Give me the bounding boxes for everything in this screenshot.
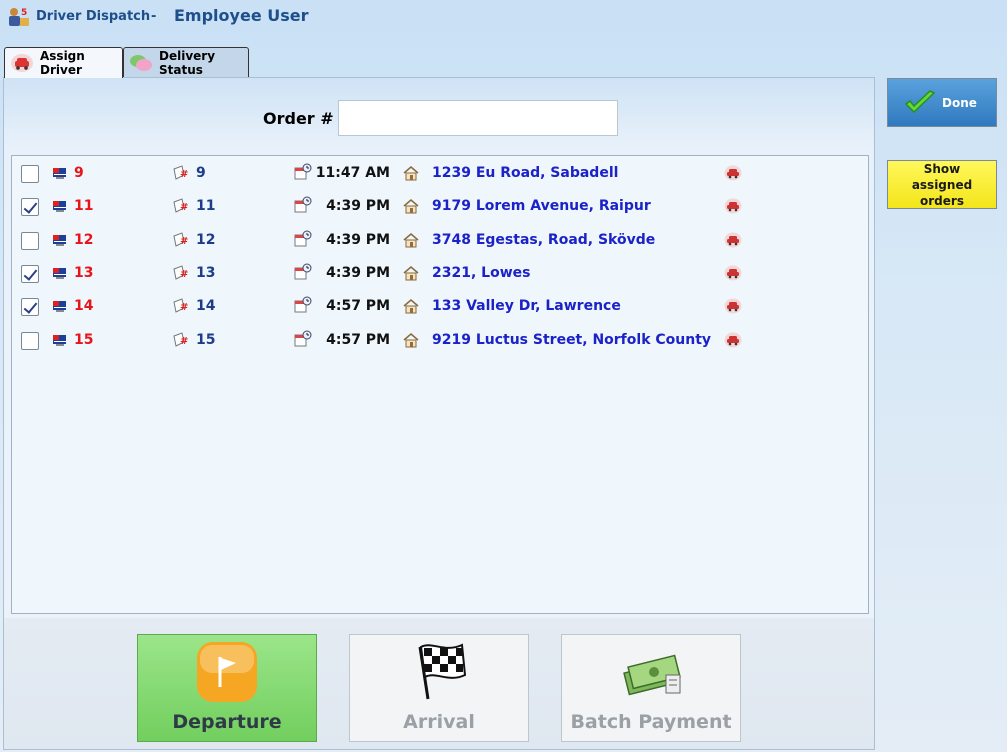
order-address: 133 Valley Dr, Lawrence: [432, 298, 621, 315]
order-id: 13: [74, 264, 94, 281]
house-icon: [402, 332, 420, 352]
order-checkbox[interactable]: [21, 231, 39, 250]
order-address: 9179 Lorem Avenue, Raipur: [432, 198, 651, 215]
departure-label: Departure: [172, 711, 282, 733]
order-id: 9: [74, 165, 84, 181]
order-id: 15: [74, 331, 94, 348]
order-number: 15: [196, 331, 216, 348]
order-checkbox[interactable]: [21, 331, 39, 350]
house-icon: [402, 165, 420, 185]
svg-text:#: #: [180, 236, 188, 247]
order-number-icon: #: [172, 265, 190, 285]
action-bar: Departure Arrival Batch Payment: [4, 618, 874, 749]
done-label: Done: [942, 95, 977, 110]
order-number: 9: [196, 165, 206, 181]
order-row[interactable]: 12 #12 4:39 PM 3748 Egestas, Road, Skövde: [12, 227, 868, 255]
batch-payment-label: Batch Payment: [570, 711, 732, 733]
order-time: 4:39 PM: [326, 264, 390, 281]
order-id: 11: [74, 198, 94, 215]
order-number: 11: [196, 198, 216, 215]
order-time: 11:47 AM: [315, 165, 390, 181]
car-icon: [11, 54, 33, 72]
house-icon: [402, 265, 420, 285]
flag-monitor-icon: [52, 198, 68, 217]
arrival-button[interactable]: Arrival: [349, 634, 529, 742]
tab-assign-driver[interactable]: Assign Driver: [4, 47, 123, 78]
order-checkbox[interactable]: [21, 264, 39, 283]
svg-text:#: #: [180, 302, 188, 313]
user-title: Employee User: [174, 6, 309, 25]
app-title: Driver Dispatch: [36, 9, 151, 24]
order-number-icon: #: [172, 198, 190, 218]
house-icon: [402, 198, 420, 218]
svg-text:#: #: [180, 169, 188, 180]
tab-assign-driver-label: Assign Driver: [40, 49, 85, 77]
order-id: 12: [74, 231, 94, 248]
order-row[interactable]: 13 #13 4:39 PM 2321, Lowes: [12, 260, 868, 288]
show-assigned-orders-button[interactable]: Show assigned orders: [887, 160, 997, 209]
order-time: 4:57 PM: [326, 331, 390, 348]
flag-monitor-icon: [52, 165, 68, 184]
orders-list: 9 #9 11:47 AM 1239 Eu Road, Sabadell 11 #11 4:…: [11, 155, 869, 614]
order-number-icon: #: [172, 165, 190, 185]
money-stack-icon: [623, 654, 681, 696]
order-number: 14: [196, 298, 216, 315]
departure-button[interactable]: Departure: [137, 634, 317, 742]
order-number-icon: #: [172, 298, 190, 318]
checkmark-icon: [904, 89, 936, 113]
order-address: 3748 Egestas, Road, Skövde: [432, 231, 656, 248]
order-checkbox[interactable]: [21, 165, 39, 183]
flag-monitor-icon: [52, 298, 68, 317]
arrival-label: Arrival: [403, 711, 475, 733]
order-number-label: Order #: [263, 109, 334, 128]
title-bar: 5 Driver Dispatch - Employee User: [0, 0, 1007, 40]
assign-car-icon[interactable]: [724, 332, 742, 352]
tab-delivery-status-label: Delivery Status: [159, 48, 216, 77]
assign-car-icon[interactable]: [724, 265, 742, 285]
assign-car-icon[interactable]: [724, 232, 742, 252]
order-row[interactable]: 9 #9 11:47 AM 1239 Eu Road, Sabadell: [12, 160, 868, 188]
order-row[interactable]: 11 #11 4:39 PM 9179 Lorem Avenue, Raipur: [12, 193, 868, 221]
order-row[interactable]: 14 #14 4:57 PM 133 Valley Dr, Lawrence: [12, 293, 868, 321]
svg-text:#: #: [180, 202, 188, 213]
house-icon: [402, 232, 420, 252]
assign-car-icon[interactable]: [724, 165, 742, 185]
order-address: 2321, Lowes: [432, 264, 531, 281]
assign-driver-panel: Order # 9 #9 11:47 AM 1239 Eu Road, Sabadel…: [3, 77, 875, 750]
house-icon: [402, 298, 420, 318]
assign-car-icon[interactable]: [724, 198, 742, 218]
svg-text:5: 5: [21, 8, 27, 18]
order-time: 4:57 PM: [326, 298, 390, 315]
tab-delivery-status[interactable]: Delivery Status: [123, 47, 249, 77]
flag-monitor-icon: [52, 332, 68, 351]
flag-monitor-icon: [52, 232, 68, 251]
done-button[interactable]: Done: [887, 78, 997, 127]
order-number: 12: [196, 231, 216, 248]
order-checkbox[interactable]: [21, 298, 39, 317]
order-address: 1239 Eu Road, Sabadell: [432, 165, 619, 181]
app-logo-icon: 5: [9, 8, 29, 26]
batch-payment-button[interactable]: Batch Payment: [561, 634, 741, 742]
flag-monitor-icon: [52, 265, 68, 284]
order-time: 4:39 PM: [326, 198, 390, 215]
assign-car-icon[interactable]: [724, 298, 742, 318]
order-row[interactable]: 15 #15 4:57 PM 9219 Luctus Street, Norfolk …: [12, 327, 868, 355]
order-id: 14: [74, 298, 94, 315]
flag-icon: [197, 642, 257, 702]
svg-text:#: #: [180, 269, 188, 280]
order-number-icon: #: [172, 231, 190, 252]
order-checkbox[interactable]: [21, 198, 39, 217]
order-time: 4:39 PM: [326, 231, 390, 248]
speech-bubble-icon: [130, 54, 152, 71]
svg-text:#: #: [180, 336, 188, 347]
order-number-icon: #: [172, 331, 190, 352]
title-separator: -: [151, 9, 157, 24]
show-assigned-orders-label: Show assigned orders: [911, 161, 973, 208]
order-number: 13: [196, 264, 216, 281]
checkered-flag-icon: [418, 643, 467, 700]
order-address: 9219 Luctus Street, Norfolk County: [432, 331, 712, 348]
order-number-input[interactable]: [338, 100, 618, 136]
